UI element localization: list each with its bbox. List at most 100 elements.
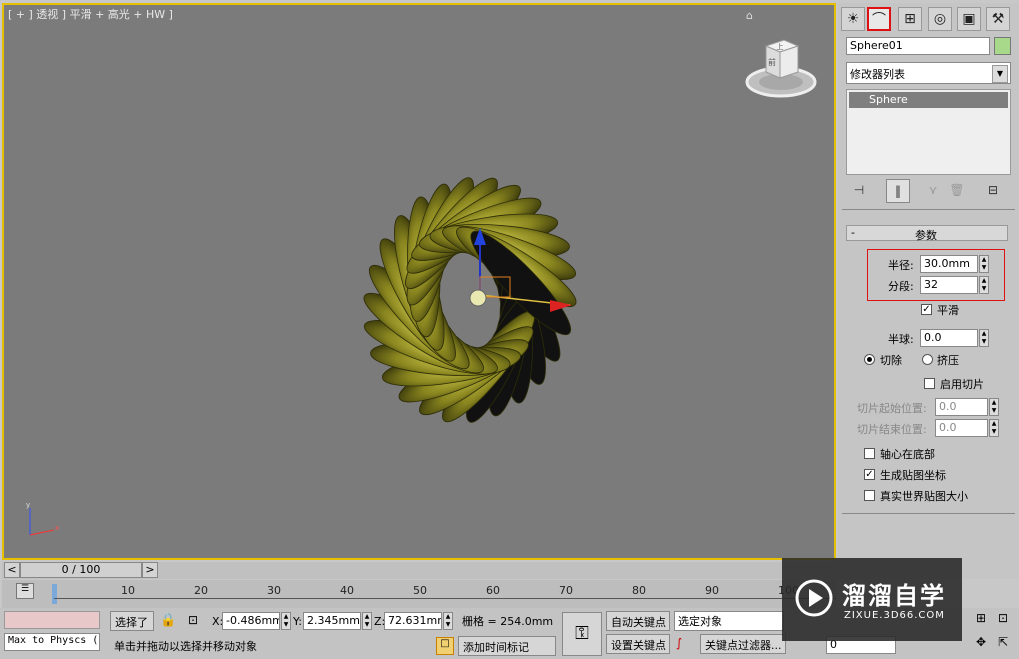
display-tab-icon[interactable]: ▣ (957, 7, 981, 31)
key-filters-button[interactable]: 关键点过滤器... (700, 634, 786, 654)
orbit-icon[interactable]: ✥ (976, 635, 986, 649)
maximize-viewport-icon[interactable]: ⊡ (998, 611, 1008, 625)
set-key-button[interactable]: 设置关键点 (606, 634, 670, 654)
lock-icon[interactable]: 🔒 (160, 613, 176, 628)
gen-map-checkbox[interactable]: ✓ (864, 469, 875, 480)
radius-spinner[interactable]: ▲ ▼ (979, 255, 989, 273)
y-spinner[interactable]: ▲ ▼ (362, 612, 372, 630)
segments-label: 分段: (888, 280, 914, 293)
watermark-url: ZIXUE.3D66.COM (844, 610, 945, 621)
squash-radio[interactable] (922, 354, 933, 365)
x-field[interactable]: -0.486mm (222, 612, 280, 630)
segments-spinner[interactable]: ▲ ▼ (979, 276, 989, 294)
chop-label: 切除 (880, 354, 902, 367)
divider (842, 209, 1015, 210)
key-tangent-icon[interactable]: ∫ (676, 636, 682, 650)
watermark-overlay: 溜溜自学 ZIXUE.3D66.COM (782, 558, 962, 641)
object-color-swatch[interactable] (994, 37, 1011, 55)
viewcube-front-label: 前 (768, 57, 776, 67)
slice-to-field[interactable]: 0.0 (935, 419, 988, 437)
prompt-line: 单击并拖动以选择并移动对象 (114, 640, 257, 653)
timeline-tick-label: 30 (267, 584, 281, 597)
utilities-tab-icon[interactable]: ⚒ (986, 7, 1010, 31)
hierarchy-tab-icon[interactable]: ⊞ (898, 7, 922, 31)
selected-object-dropdown[interactable]: 选定对象 (674, 611, 784, 631)
rollout-header-parameters[interactable]: - 参数 (846, 225, 1008, 242)
viewport-label-menu[interactable]: [ + ] 透视 ] 平滑 + 高光 + HW ] (8, 6, 173, 22)
maxscript-field[interactable]: Max to Physcs ( (4, 633, 100, 651)
home-icon[interactable]: ⌂ (746, 9, 753, 22)
timeline-tick-label: 40 (340, 584, 354, 597)
maxscript-listener-pink[interactable] (4, 611, 100, 629)
slice-on-label: 启用切片 (940, 378, 984, 391)
viewcube-top-label: 上 (777, 42, 784, 51)
object-name-field[interactable]: Sphere01 (846, 37, 990, 55)
viewcube[interactable]: 上 前 (744, 34, 818, 100)
hemisphere-field[interactable]: 0.0 (920, 329, 978, 347)
z-field[interactable]: 72.631mm (384, 612, 442, 630)
motion-tab-icon[interactable]: ◎ (928, 7, 952, 31)
axis-tripod: y x (26, 501, 59, 536)
base-to-pivot-label: 轴心在底部 (880, 448, 935, 461)
time-marker[interactable] (52, 584, 57, 604)
divider (842, 513, 1015, 514)
frame-counter[interactable]: 0 / 100 (20, 562, 142, 578)
timeline-tick-label: 90 (705, 584, 719, 597)
command-panel: ☀ ⌒ ⊞ ◎ ▣ ⚒ Sphere01 修改器列表 ▼ Sphere ⊣ ‖ … (838, 3, 1019, 579)
track-bar[interactable]: ☰ 102030405060708090100 (2, 580, 836, 608)
real-world-label: 真实世界贴图大小 (880, 490, 968, 503)
slice-from-spinner[interactable]: ▲ ▼ (989, 398, 999, 416)
squash-label: 挤压 (937, 354, 959, 367)
z-spinner[interactable]: ▲ ▼ (443, 612, 453, 630)
time-slider[interactable]: < 0 / 100 > (2, 562, 836, 579)
curve-editor-icon[interactable]: ☰ (16, 583, 34, 599)
slice-to-spinner[interactable]: ▲ ▼ (989, 419, 999, 437)
x-spinner[interactable]: ▲ ▼ (281, 612, 291, 630)
configure-sets-icon[interactable]: ⊟ (982, 179, 1004, 201)
real-world-checkbox[interactable] (864, 490, 875, 501)
zoom-extents-icon[interactable]: ⊞ (976, 611, 986, 625)
smooth-checkbox[interactable]: ✓ (921, 304, 932, 315)
auto-key-button[interactable]: 自动关键点 (606, 611, 670, 631)
timeline-tick-label: 80 (632, 584, 646, 597)
modify-tab-icon[interactable]: ⌒ (867, 7, 891, 31)
y-field[interactable]: 2.345mm (303, 612, 361, 630)
sphere-twisted-model[interactable] (300, 150, 660, 460)
remove-modifier-icon[interactable]: 🗑 (946, 179, 968, 201)
next-frame-button[interactable]: > (142, 562, 158, 578)
slice-to-label: 切片结束位置: (857, 423, 927, 436)
stack-item-sphere[interactable]: Sphere (849, 92, 1008, 108)
show-end-result-icon[interactable]: ‖ (886, 179, 910, 203)
chop-radio[interactable] (864, 354, 875, 365)
radius-label: 半径: (888, 259, 914, 272)
slice-from-field[interactable]: 0.0 (935, 398, 988, 416)
timeline-tick-label: 10 (121, 584, 135, 597)
slice-on-checkbox[interactable] (924, 378, 935, 389)
pan-icon[interactable]: ⇱ (998, 635, 1008, 649)
segments-field[interactable]: 32 (920, 276, 978, 294)
absolute-mode-icon[interactable]: ⊡ (188, 613, 198, 627)
smooth-label: 平滑 (937, 304, 959, 317)
make-unique-icon[interactable]: ⋎ (922, 179, 944, 201)
selection-status: 选择了 (110, 611, 154, 631)
add-time-tag-button[interactable]: 添加时间标记 (458, 636, 556, 656)
pin-stack-icon[interactable]: ⊣ (848, 179, 870, 201)
time-tag-icon[interactable]: □ (436, 637, 454, 655)
modifier-list-label: 修改器列表 (850, 68, 905, 81)
radius-field[interactable]: 30.0mm (920, 255, 978, 273)
grid-status: 栅格 = 254.0mm (462, 615, 554, 628)
prev-frame-button[interactable]: < (4, 562, 20, 578)
base-to-pivot-checkbox[interactable] (864, 448, 875, 459)
rollout-title: 参数 (915, 229, 937, 242)
play-logo-icon (795, 579, 833, 617)
rollout-toggle: - (851, 226, 855, 239)
timeline-tick-label: 50 (413, 584, 427, 597)
set-key-mode-icon[interactable]: ⚿ (562, 612, 602, 656)
modifier-list-dropdown[interactable]: 修改器列表 ▼ (846, 62, 1011, 84)
axis-y-label: y (26, 501, 30, 509)
modifier-stack-list[interactable]: Sphere (846, 89, 1011, 175)
chevron-down-icon[interactable]: ▼ (992, 65, 1008, 83)
create-tab-icon[interactable]: ☀ (841, 7, 865, 31)
hemisphere-spinner[interactable]: ▲ ▼ (979, 329, 989, 347)
watermark-brand: 溜溜自学 (842, 582, 946, 610)
